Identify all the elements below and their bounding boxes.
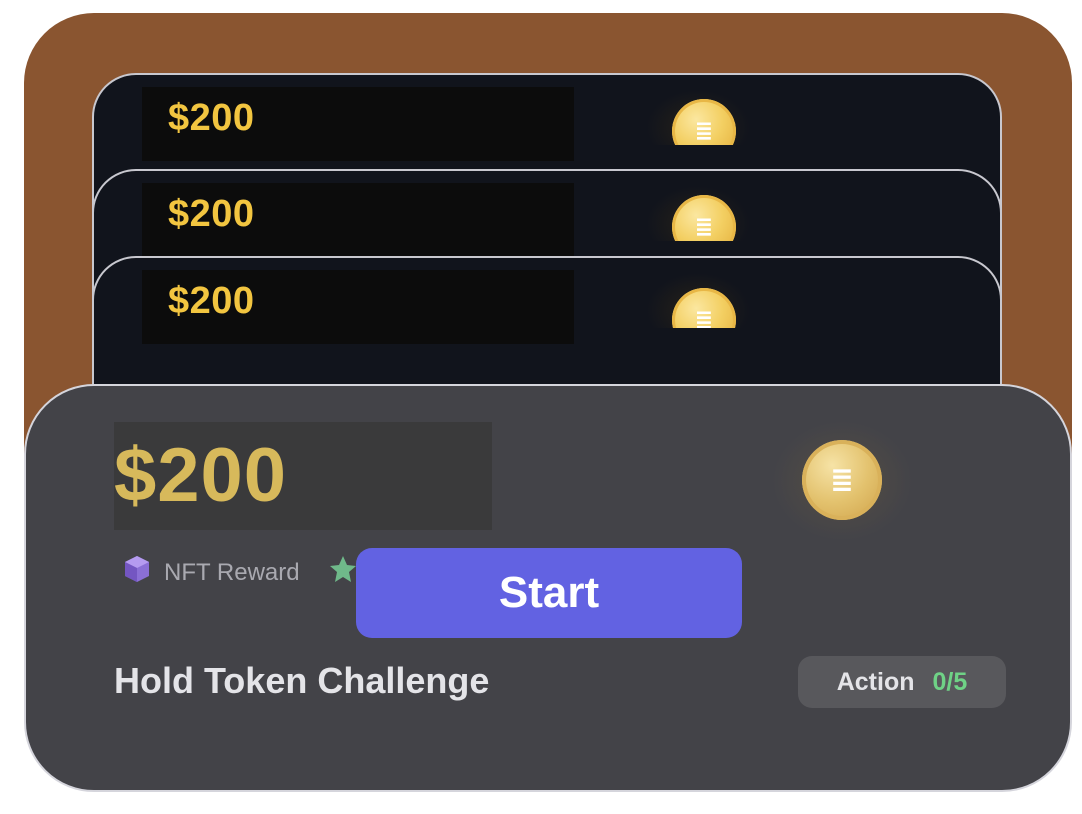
coin-area: ≣ [642, 183, 754, 241]
nft-reward-label: NFT Reward [164, 558, 300, 586]
start-button[interactable]: Start [356, 548, 742, 638]
challenge-title: Hold Token Challenge [114, 660, 490, 701]
action-label: Action [836, 667, 915, 696]
action-progress-count: 0/5 [932, 667, 968, 696]
reward-amount: $200 [168, 193, 255, 235]
coin-stack-icon: ≣ [802, 440, 882, 520]
reward-amount: $200 [168, 97, 255, 139]
coin-stack-icon: ≣ [672, 195, 736, 241]
reward-amount: $200 [168, 280, 255, 322]
coin-stack-icon: ≣ [672, 288, 736, 328]
coin-area: ≣ [642, 87, 754, 145]
coin-stack-icon: ≣ [672, 99, 736, 145]
cube-icon [122, 554, 152, 591]
front-reward-card[interactable]: $200 ≣ NFT Reward Start Hold Token Chall… [24, 384, 1072, 792]
reward-amount: $200 [114, 433, 288, 518]
reward-card-stack: $200 ≣ $200 ≣ $200 ≣ $200 ≣ NFT Reward S… [0, 0, 1082, 814]
star-icon [328, 554, 358, 591]
coin-area: ≣ [642, 270, 754, 328]
nft-reward-tag: NFT Reward [122, 554, 300, 591]
action-progress-badge: Action 0/5 [798, 656, 1006, 708]
